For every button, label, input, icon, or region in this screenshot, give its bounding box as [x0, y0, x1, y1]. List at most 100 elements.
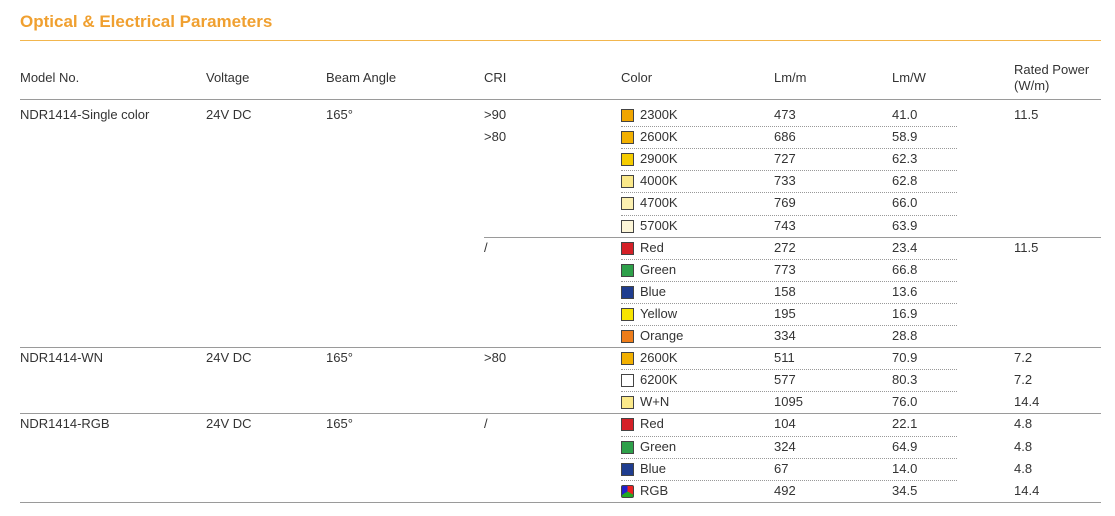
color-swatch — [621, 285, 634, 299]
header-lm-per-m: Lm/m — [774, 70, 807, 85]
lumen-per-watt: 70.9 — [892, 350, 918, 366]
header-beam-angle: Beam Angle — [326, 70, 397, 85]
lumen-per-meter: 67 — [774, 460, 789, 476]
color-swatch — [621, 241, 634, 255]
group-divider — [20, 501, 1101, 503]
header-rated-power-line2: (W/m) — [1014, 78, 1050, 93]
row-divider — [621, 192, 957, 194]
color-label: 2900K — [640, 151, 678, 167]
title-divider — [20, 40, 1101, 41]
header-model: Model No. — [20, 70, 80, 85]
color-label: Blue — [640, 460, 667, 476]
row-divider — [621, 369, 957, 371]
lumen-per-watt: 80.3 — [892, 372, 918, 388]
rated-power: 11.5 — [1014, 107, 1039, 122]
cri-value: / — [484, 416, 488, 432]
color-swatch — [621, 462, 634, 476]
lumen-per-meter: 686 — [774, 129, 796, 145]
lumen-per-watt: 62.3 — [892, 151, 918, 167]
color-swatch — [621, 131, 634, 145]
lumen-per-watt: 14.0 — [892, 460, 918, 476]
lumen-per-watt: 13.6 — [892, 283, 918, 299]
color-label: Orange — [640, 328, 684, 343]
rated-power: 14.4 — [1014, 482, 1040, 498]
beam-angle: 165° — [326, 416, 353, 432]
lumen-per-watt: 28.8 — [892, 328, 918, 343]
lumen-per-meter: 511 — [774, 350, 795, 366]
color-swatch — [621, 418, 634, 432]
row-divider — [621, 457, 957, 459]
color-swatch — [621, 175, 634, 189]
row-divider — [621, 435, 957, 437]
beam-angle: 165° — [326, 350, 353, 366]
rated-power: 4.8 — [1014, 438, 1033, 454]
lumen-per-watt: 76.0 — [892, 394, 918, 410]
color-swatch — [621, 307, 634, 321]
group-divider — [20, 413, 1101, 415]
cri-value: >90 — [484, 107, 507, 122]
rgb-icon — [621, 484, 634, 498]
lumen-per-meter: 473 — [774, 107, 796, 122]
model-number: NDR1414-WN — [20, 350, 104, 366]
cri-value: >80 — [484, 129, 507, 145]
group-divider — [20, 347, 1101, 349]
color-swatch — [621, 263, 634, 277]
lumen-per-meter: 195 — [774, 305, 796, 321]
lumen-per-watt: 22.1 — [892, 416, 918, 432]
color-swatch — [621, 374, 634, 388]
lumen-per-watt: 34.5 — [892, 482, 918, 498]
lumen-per-watt: 62.8 — [892, 173, 918, 189]
beam-angle: 165° — [326, 107, 353, 122]
rated-power: 7.2 — [1014, 372, 1033, 388]
lumen-per-meter: 577 — [774, 372, 796, 388]
lumen-per-meter: 104 — [774, 416, 796, 432]
lumen-per-watt: 58.9 — [892, 129, 918, 145]
lumen-per-meter: 492 — [774, 482, 796, 498]
color-label: 6200K — [640, 372, 678, 388]
rated-power: 7.2 — [1014, 350, 1033, 366]
lumen-per-watt: 66.8 — [892, 261, 918, 277]
rated-power: 4.8 — [1014, 460, 1033, 476]
page-title: Optical & Electrical Parameters — [20, 12, 273, 31]
color-label: Green — [640, 261, 677, 277]
color-label: 4700K — [640, 195, 678, 211]
lumen-per-meter: 773 — [774, 261, 796, 277]
lumen-per-watt: 23.4 — [892, 239, 918, 255]
color-swatch — [621, 440, 634, 454]
row-divider — [621, 148, 957, 150]
row-divider — [621, 391, 957, 393]
color-swatch — [621, 396, 634, 410]
color-label: 2600K — [640, 129, 678, 145]
cri-value: / — [484, 239, 488, 255]
color-swatch — [621, 330, 634, 343]
row-divider — [621, 126, 957, 128]
voltage: 24V DC — [206, 350, 252, 366]
color-label: 4000K — [640, 173, 678, 189]
color-label: 2600K — [640, 350, 678, 366]
color-label: W+N — [640, 394, 670, 410]
row-divider — [621, 214, 957, 216]
cri-value: >80 — [484, 350, 507, 366]
color-swatch — [621, 219, 634, 233]
color-label: 5700K — [640, 217, 678, 233]
row-divider — [621, 258, 957, 260]
header-voltage: Voltage — [206, 70, 250, 85]
lumen-per-watt: 63.9 — [892, 217, 918, 233]
header-rated-power: Rated Power (W/m) — [1014, 62, 1089, 94]
lumen-per-meter: 334 — [774, 328, 796, 343]
color-swatch — [621, 197, 634, 211]
color-label: RGB — [640, 482, 669, 498]
lumen-per-watt: 66.0 — [892, 195, 918, 211]
row-divider — [621, 302, 957, 304]
color-swatch — [621, 109, 634, 122]
rated-power: 11.5 — [1014, 239, 1039, 255]
color-label: Red — [640, 416, 664, 432]
lumen-per-meter: 324 — [774, 438, 796, 454]
color-label: Blue — [640, 283, 667, 299]
lumen-per-meter: 158 — [774, 283, 796, 299]
row-divider — [621, 325, 957, 326]
voltage: 24V DC — [206, 107, 252, 122]
color-swatch — [621, 153, 634, 167]
color-label: Red — [640, 239, 664, 255]
color-label: Green — [640, 438, 677, 454]
